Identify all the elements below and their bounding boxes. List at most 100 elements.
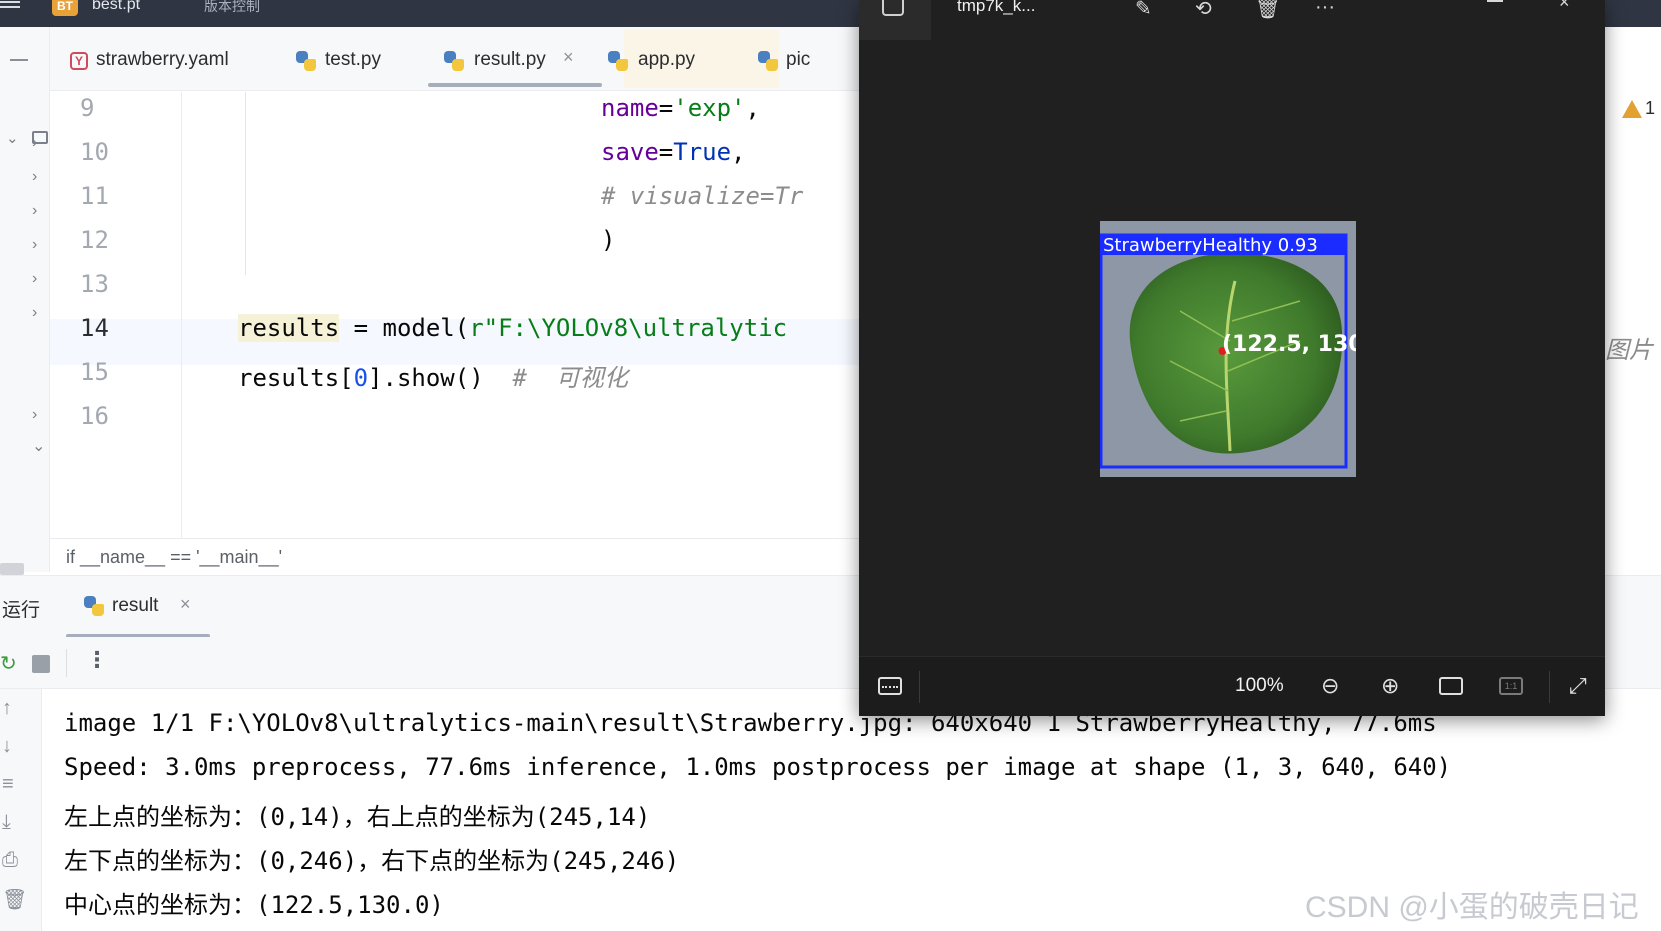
chevron-right-icon[interactable]: › <box>32 271 44 287</box>
filmstrip-icon[interactable] <box>878 677 902 695</box>
console-line: 左上点的坐标为：(0,14)，右上点的坐标为(245,14) <box>64 803 651 831</box>
line-number: 9 <box>80 94 95 122</box>
print-icon[interactable]: ⎙ <box>2 849 18 872</box>
viewer-bottom-bar: 100% ⊖ ⊕ 1:1 ⤢ <box>859 656 1605 716</box>
code-string: r"F:\YOLOv8\ultralytic <box>469 314 788 342</box>
detection-image: StrawberryHealthy 0.93 (122.5, 130. <box>1100 221 1356 477</box>
more-options-icon[interactable]: ··· <box>1315 0 1335 19</box>
viewer-app-tab[interactable] <box>859 0 931 40</box>
code-punct: , <box>745 94 760 122</box>
tab-app-py[interactable]: app.py <box>638 45 695 75</box>
python-icon <box>444 51 464 71</box>
photos-app-icon <box>882 0 904 16</box>
window-close-icon[interactable]: × <box>1559 0 1570 13</box>
python-icon <box>608 51 628 71</box>
zoom-in-icon[interactable]: ⊕ <box>1381 673 1399 699</box>
toolbar-separator <box>1549 671 1550 703</box>
indent-guide <box>245 92 246 275</box>
chevron-right-icon[interactable]: › <box>32 305 44 321</box>
console-line: Speed: 3.0ms preprocess, 77.6ms inferenc… <box>64 753 1452 781</box>
delete-icon[interactable]: 🗑 <box>1255 0 1280 21</box>
code-line-10: save=True, <box>601 138 746 166</box>
fullscreen-icon[interactable]: ⤢ <box>1569 673 1587 699</box>
breadcrumb-item[interactable]: if __name__ == '__main__' <box>66 547 282 568</box>
watermark: CSDN @小蛋的破壳日记 <box>1305 891 1639 924</box>
tab-result-py[interactable]: result.py <box>474 45 546 75</box>
line-number: 16 <box>80 402 109 430</box>
code-line-9: name='exp', <box>601 94 760 122</box>
project-name[interactable]: best.pt <box>92 0 140 14</box>
chevron-right-icon[interactable]: › <box>32 407 44 423</box>
warning-icon[interactable] <box>1622 100 1642 118</box>
code-line-11: # visualize=Tr <box>601 182 804 210</box>
arrow-down-icon[interactable]: ↓ <box>2 735 12 758</box>
more-options-icon[interactable]: ⋮ <box>86 647 108 673</box>
python-icon <box>758 51 778 71</box>
code-param: save <box>601 138 659 166</box>
line-number: 12 <box>80 226 109 254</box>
zoom-out-icon[interactable]: ⊖ <box>1321 673 1339 699</box>
center-label: (122.5, 130. <box>1222 332 1356 357</box>
code-string: 'exp' <box>673 94 746 122</box>
code-punct: , <box>731 138 746 166</box>
code-call: results[ <box>238 364 354 392</box>
code-op: = <box>658 138 674 166</box>
chevron-right-icon[interactable]: › <box>32 237 44 253</box>
soft-wrap-icon[interactable]: ≡ <box>2 773 14 796</box>
photo-viewer-window: tmp7k_k... ✎ ⟲ 🗑 ··· × StrawberryHealthy… <box>859 0 1605 716</box>
chevron-down-icon[interactable]: ⌄ <box>6 129 19 147</box>
tab-pic[interactable]: pic <box>786 45 810 75</box>
rerun-icon[interactable]: ↻ <box>0 651 17 676</box>
detection-image-svg: StrawberryHealthy 0.93 (122.5, 130. <box>1100 221 1356 477</box>
chevron-down-icon[interactable]: ⌄ <box>32 439 45 455</box>
console-line: 左下点的坐标为：(0,246)，右下点的坐标为(245,246) <box>64 847 680 875</box>
chevron-right-icon[interactable]: › <box>32 203 44 219</box>
code-param: name <box>601 94 659 122</box>
rotate-icon[interactable]: ⟲ <box>1195 0 1212 21</box>
project-badge[interactable]: BT <box>52 0 78 16</box>
tab-strawberry-yaml[interactable]: strawberry.yaml <box>96 45 229 75</box>
tab-close-icon[interactable]: × <box>563 47 574 68</box>
chevron-right-icon[interactable]: › <box>32 135 44 151</box>
horizontal-scrollbar[interactable] <box>0 563 24 575</box>
line-number-current: 14 <box>80 314 109 342</box>
chevron-right-icon[interactable]: › <box>32 169 44 185</box>
stop-icon[interactable] <box>32 655 50 673</box>
breadcrumb[interactable]: if __name__ == '__main__' <box>50 538 860 574</box>
toolbar-separator <box>66 649 67 677</box>
code-comment-tail: 图片 <box>1605 337 1653 364</box>
project-tool-strip: ⌄ › › › › › › › ⌄ <box>0 27 50 572</box>
tab-test-py[interactable]: test.py <box>325 45 381 75</box>
actual-size-icon[interactable]: 1:1 <box>1499 677 1523 695</box>
code-op: = <box>658 94 674 122</box>
yaml-icon: Y <box>70 52 88 70</box>
viewer-title: tmp7k_k... <box>957 0 1036 15</box>
fit-to-window-icon[interactable] <box>1439 677 1463 695</box>
code-line-15: results[0].show() # 可视化 <box>238 358 628 393</box>
edit-image-icon[interactable]: ✎ <box>1135 0 1152 21</box>
code-call: = model( <box>339 314 470 342</box>
editor-tab-bar: Y strawberry.yaml test.py result.py × ap… <box>50 27 860 91</box>
code-editor[interactable]: 9 10 11 12 13 14 15 16 name='exp', save=… <box>50 92 860 538</box>
code-comment: # 可视化 <box>512 364 628 392</box>
code-keyword: True <box>673 138 732 166</box>
toolbar-separator <box>919 671 920 703</box>
minimize-icon[interactable] <box>1487 0 1503 2</box>
line-number: 11 <box>80 182 109 210</box>
python-icon <box>296 51 316 71</box>
collapse-icon[interactable] <box>10 59 28 61</box>
line-number: 15 <box>80 358 109 386</box>
run-tab-close-icon[interactable]: × <box>180 594 191 615</box>
code-variable: results <box>238 314 340 342</box>
trash-icon[interactable]: 🗑 <box>2 887 27 912</box>
vcs-widget[interactable]: 版本控制 <box>204 0 260 16</box>
arrow-up-icon[interactable]: ↑ <box>2 697 12 720</box>
hamburger-menu-icon[interactable] <box>0 1 22 15</box>
run-tab-result[interactable]: result <box>112 595 158 617</box>
run-side-toolbar: ↑ ↓ ≡ ⤓ ⎙ 🗑 <box>0 689 42 931</box>
gutter-separator <box>181 92 182 538</box>
warning-count: 1 <box>1645 98 1656 118</box>
scroll-to-end-icon[interactable]: ⤓ <box>2 811 11 834</box>
code-call: ].show() <box>368 364 484 392</box>
line-number: 10 <box>80 138 109 166</box>
